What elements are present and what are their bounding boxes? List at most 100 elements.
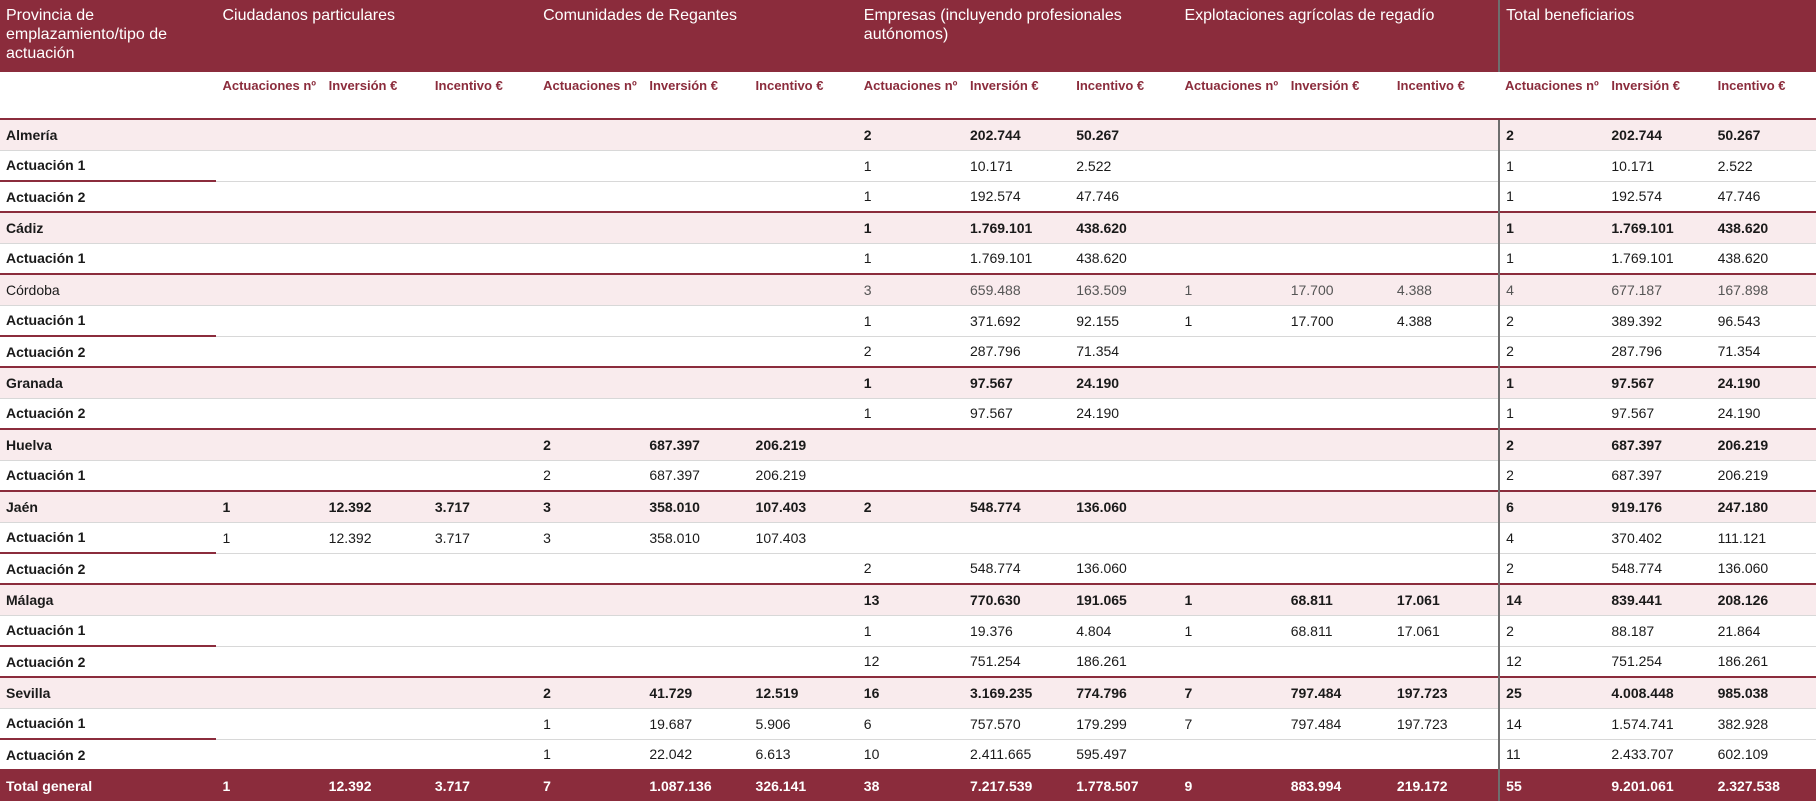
table-cell: 50.267: [1711, 118, 1816, 150]
table-cell: 438.620: [1070, 242, 1179, 274]
table-cell: [428, 738, 538, 770]
table-cell: [1070, 521, 1179, 553]
table-cell: 659.488: [964, 273, 1071, 305]
table-cell: [428, 180, 538, 212]
table-cell: [749, 118, 858, 150]
table-cell: [537, 397, 644, 429]
table-cell: 17.061: [1390, 614, 1500, 646]
table-cell: 12.392: [322, 490, 429, 522]
table-cell: [322, 738, 429, 770]
table-cell: 247.180: [1711, 490, 1816, 522]
province-row: Sevilla 2 41.729 12.519 16 3.169.235 774.796 7 7…: [0, 676, 1816, 708]
table-cell: [1178, 521, 1285, 553]
table-cell: [216, 552, 323, 584]
table-cell: [643, 335, 750, 367]
table-cell: 6.613: [749, 738, 858, 770]
table-cell: 1: [857, 304, 965, 336]
table-cell: 136.060: [1070, 552, 1179, 584]
table-cell: [1284, 211, 1391, 243]
table-cell: [216, 459, 323, 491]
table-cell: 1: [1498, 397, 1606, 429]
table-cell: 41.729: [643, 676, 750, 708]
table-cell: 1: [857, 211, 965, 243]
table-cell: 107.403: [749, 521, 858, 553]
table-cell: 4.804: [1070, 614, 1179, 646]
table-cell: 2: [1498, 335, 1606, 367]
table-cell: 2.522: [1711, 149, 1816, 181]
table-cell: [216, 149, 323, 181]
table-cell: [216, 211, 323, 243]
table-cell: 687.397: [643, 459, 750, 491]
sub-header-inversion: Inversión €: [964, 72, 1071, 120]
table-cell: 687.397: [1605, 459, 1712, 491]
table-cell: [1390, 490, 1500, 522]
table-cell: 186.261: [1070, 645, 1179, 677]
row-label: Actuación 1: [0, 521, 217, 554]
table-cell: [749, 552, 858, 584]
table-cell: [428, 335, 538, 367]
table-cell: 2.522: [1070, 149, 1179, 181]
table-cell: [643, 304, 750, 336]
table-cell: [1178, 366, 1285, 398]
table-cell: 1: [1498, 149, 1606, 181]
table-cell: 192.574: [964, 180, 1071, 212]
table-cell: [428, 211, 538, 243]
table-cell: 2: [537, 459, 644, 491]
table-cell: [428, 583, 538, 615]
row-label: Huelva: [0, 428, 217, 460]
table-cell: [537, 583, 644, 615]
table-cell: [857, 521, 965, 553]
group-header-total: Total beneficiarios: [1498, 0, 1816, 72]
table-cell: 548.774: [964, 552, 1071, 584]
table-cell: 3.717: [428, 769, 538, 801]
table-cell: 163.509: [1070, 273, 1179, 305]
row-label: Actuación 1: [0, 707, 217, 740]
row-label: Actuación 1: [0, 149, 217, 182]
table-cell: [1284, 335, 1391, 367]
action-row: Actuación 1 1 371.692 92.155 1 17.700 4.388 2 38…: [0, 304, 1816, 337]
table-cell: [1284, 397, 1391, 429]
table-cell: 47.746: [1711, 180, 1816, 212]
table-cell: [749, 335, 858, 367]
row-label: Sevilla: [0, 676, 217, 708]
table-cell: 10: [857, 738, 965, 770]
table-cell: [537, 180, 644, 212]
table-cell: 2: [537, 428, 644, 460]
table-cell: 88.187: [1605, 614, 1712, 646]
row-label: Actuación 2: [0, 180, 217, 213]
table-cell: 12.392: [322, 521, 429, 553]
table-cell: [1390, 242, 1500, 274]
table-cell: 12: [1498, 645, 1606, 677]
table-cell: 6: [1498, 490, 1606, 522]
table-cell: 1: [857, 149, 965, 181]
table-cell: [1284, 428, 1391, 460]
table-cell: [216, 335, 323, 367]
table-cell: 370.402: [1605, 521, 1712, 553]
table-cell: 10.171: [964, 149, 1071, 181]
sub-header-incentivo: Incentivo €: [428, 72, 538, 120]
table-cell: 14: [1498, 707, 1606, 739]
row-label: Granada: [0, 366, 217, 398]
table-cell: [537, 273, 644, 305]
table-cell: 24.190: [1711, 366, 1816, 398]
table-cell: 2: [1498, 552, 1606, 584]
table-cell: 7: [1178, 676, 1285, 708]
table-cell: [643, 397, 750, 429]
table-cell: 50.267: [1070, 118, 1179, 150]
table-cell: 3.717: [428, 521, 538, 553]
table-cell: 1.769.101: [964, 242, 1071, 274]
table-cell: [428, 707, 538, 739]
row-label: Actuación 1: [0, 614, 217, 647]
table-cell: [643, 552, 750, 584]
table-cell: 202.744: [964, 118, 1071, 150]
table-cell: 3: [537, 490, 644, 522]
table-cell: [322, 118, 429, 150]
table-cell: 17.700: [1284, 273, 1391, 305]
table-cell: 287.796: [1605, 335, 1712, 367]
table-cell: [216, 614, 323, 646]
sub-header-actuaciones: Actuaciones nº: [216, 72, 323, 120]
province-row: Granada 1 97.567 24.190 1 97.567 24.190: [0, 366, 1816, 398]
table-cell: [322, 242, 429, 274]
table-cell: 24.190: [1070, 366, 1179, 398]
table-cell: 17.700: [1284, 304, 1391, 336]
